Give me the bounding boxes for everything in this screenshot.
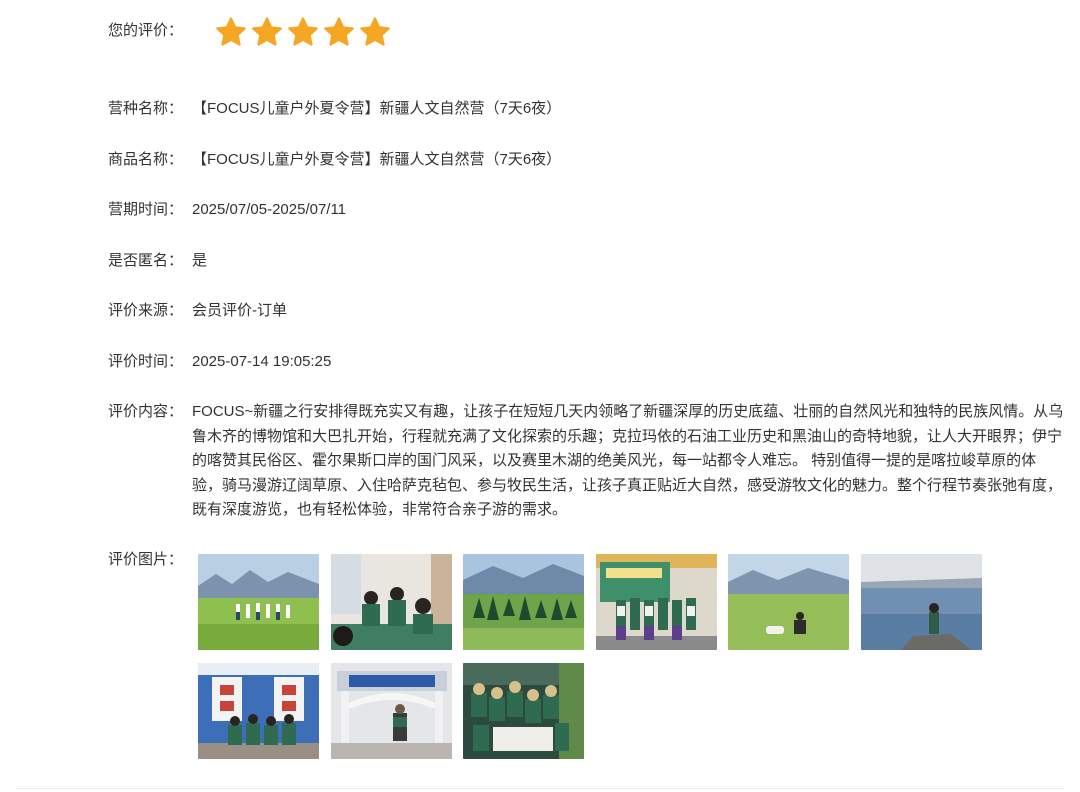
review-photo[interactable]	[596, 554, 717, 650]
product-name-value: 【FOCUS儿童户外夏令营】新疆人文自然营（7天6夜）	[192, 151, 562, 168]
content-label: 评价内容：	[108, 403, 184, 420]
review-photo[interactable]	[463, 663, 584, 759]
review-photo[interactable]	[463, 554, 584, 650]
section-divider	[16, 788, 1064, 789]
camp-period-value: 2025/07/05-2025/07/11	[192, 201, 347, 218]
review-time-label: 评价时间：	[108, 353, 184, 370]
review-time-value: 2025-07-14 19:05:25	[192, 353, 332, 370]
review-photo[interactable]	[198, 663, 319, 759]
star-rating[interactable]	[214, 15, 392, 49]
images-label: 评价图片：	[108, 551, 184, 568]
star-icon[interactable]	[286, 15, 320, 49]
anonymous-label: 是否匿名：	[108, 252, 184, 269]
review-photo[interactable]	[728, 554, 849, 650]
rating-label: 您的评价：	[108, 22, 184, 39]
star-icon[interactable]	[322, 15, 356, 49]
product-name-label: 商品名称：	[108, 151, 184, 168]
star-icon[interactable]	[214, 15, 248, 49]
camp-period-label: 营期时间：	[108, 201, 184, 218]
review-photo[interactable]	[331, 663, 452, 759]
field-content: 评价内容： FOCUS~新疆之行安排得既充实又有趣，让孩子在短短几天内领略了新疆…	[108, 400, 1068, 530]
source-label: 评价来源：	[108, 302, 184, 319]
review-photo[interactable]	[198, 554, 319, 650]
camp-type-value: 【FOCUS儿童户外夏令营】新疆人文自然营（7天6夜）	[192, 100, 562, 117]
star-icon[interactable]	[358, 15, 392, 49]
star-icon[interactable]	[250, 15, 284, 49]
review-content-text: FOCUS~新疆之行安排得既充实又有趣，让孩子在短短几天内领略了新疆深厚的历史底…	[192, 403, 1064, 518]
anonymous-value: 是	[192, 252, 208, 269]
review-photo[interactable]	[331, 554, 452, 650]
source-value: 会员评价-订单	[192, 302, 287, 319]
camp-type-label: 营种名称：	[108, 100, 184, 117]
review-photo[interactable]	[861, 554, 982, 650]
